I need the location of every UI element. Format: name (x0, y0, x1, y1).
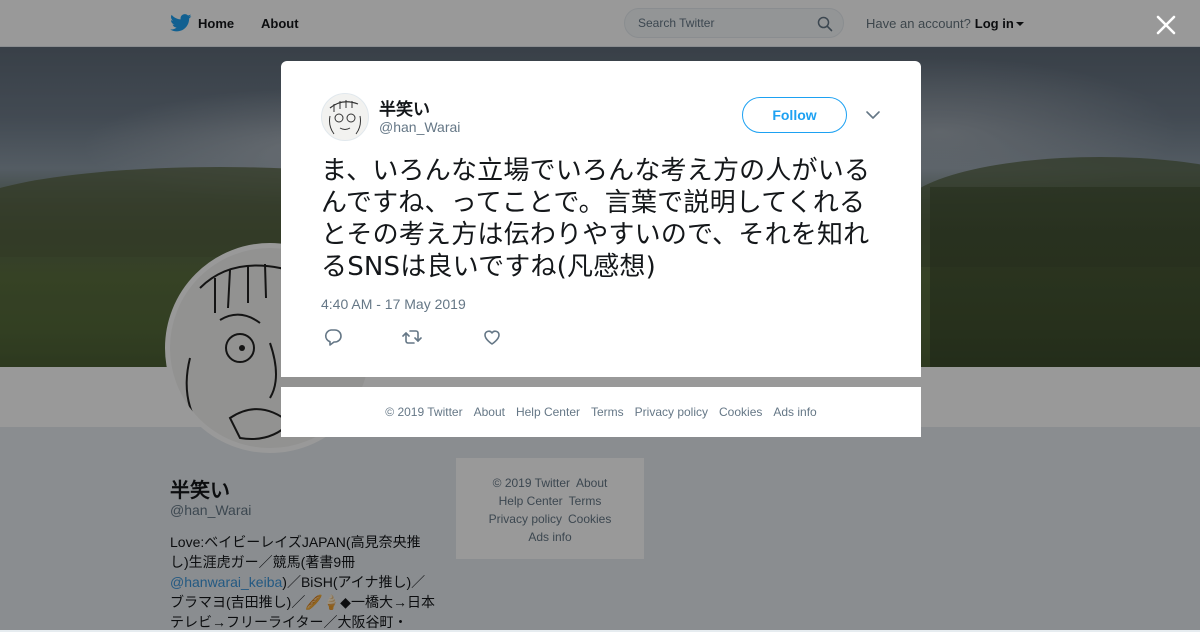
avatar-drawing-small (329, 100, 361, 135)
tweet-author-handle[interactable]: @han_Warai (379, 119, 460, 135)
chevron-down-icon[interactable] (865, 109, 881, 121)
tweet-author-name[interactable]: 半笑い (379, 95, 430, 120)
follow-button[interactable]: Follow (742, 97, 847, 133)
modal-footer-help[interactable]: Help Center (516, 405, 580, 419)
reply-icon[interactable] (323, 327, 343, 347)
modal-footer-terms[interactable]: Terms (591, 405, 624, 419)
modal-footer-privacy[interactable]: Privacy policy (635, 405, 708, 419)
modal-footer-about[interactable]: About (474, 405, 505, 419)
retweet-icon[interactable] (402, 327, 422, 347)
close-icon[interactable] (1153, 12, 1179, 38)
tweet-author-avatar[interactable] (321, 93, 369, 141)
modal-footer-copyright: © 2019 Twitter (385, 405, 463, 419)
like-icon[interactable] (482, 327, 502, 347)
tweet-timestamp[interactable]: 4:40 AM - 17 May 2019 (321, 296, 466, 312)
modal-footer: © 2019 Twitter About Help Center Terms P… (281, 387, 921, 437)
tweet-text: ま、いろんな立場でいろんな考え方の人がいるんですね、ってことで。言葉で説明してく… (321, 156, 871, 282)
tweet-modal: 半笑い @han_Warai Follow ま、いろんな立場でいろんな考え方の人… (281, 61, 921, 377)
modal-footer-ads[interactable]: Ads info (773, 405, 816, 419)
modal-footer-cookies[interactable]: Cookies (719, 405, 762, 419)
